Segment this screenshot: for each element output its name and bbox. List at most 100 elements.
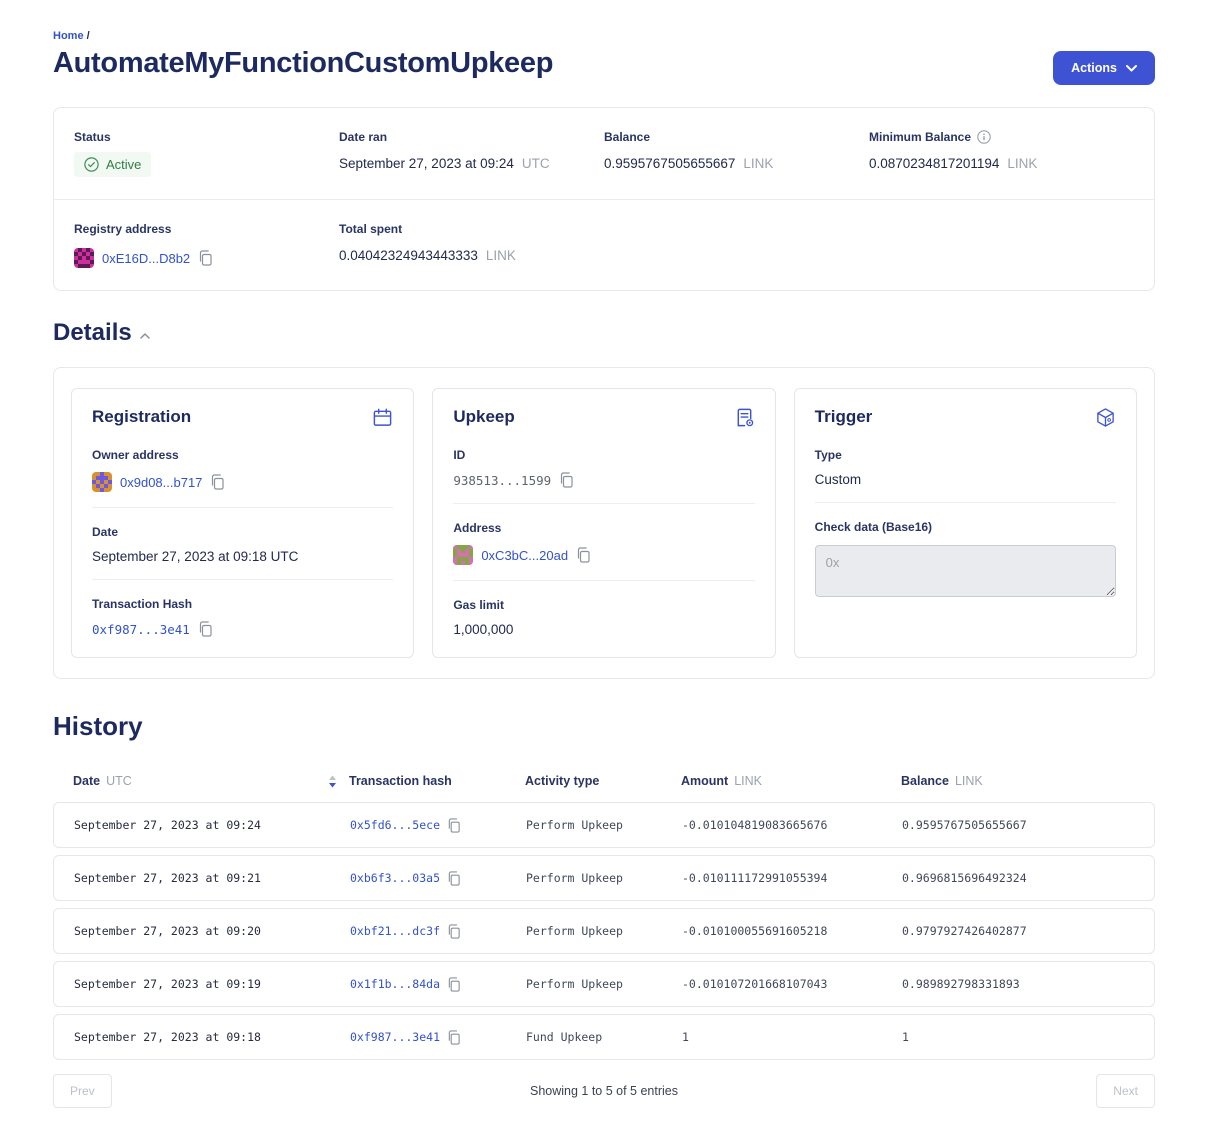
trigger-card-title: Trigger <box>815 407 873 427</box>
upkeep-id-value: 938513...1599 <box>453 473 551 488</box>
row-date: September 27, 2023 at 09:24 <box>74 818 350 832</box>
breadcrumb-separator: / <box>87 30 90 42</box>
info-icon[interactable] <box>977 130 991 144</box>
date-ran-label: Date ran <box>339 130 387 144</box>
row-balance: 0.989892798331893 <box>902 977 1134 991</box>
amount-column-unit: LINK <box>734 774 762 788</box>
copy-icon[interactable] <box>447 1030 461 1045</box>
row-activity: Perform Upkeep <box>526 977 682 991</box>
trigger-card: Trigger Type Custom Check data (Base16) <box>794 388 1137 658</box>
status-badge: Active <box>74 152 151 177</box>
table-row: September 27, 2023 at 09:18 0xf987...3e4… <box>53 1014 1155 1060</box>
date-column-timezone: UTC <box>106 774 132 788</box>
row-tx-link[interactable]: 0x1f1b...84da <box>350 977 440 991</box>
owner-identicon <box>92 472 112 492</box>
row-balance: 0.9797927426402877 <box>902 924 1134 938</box>
breadcrumb: Home/ <box>53 30 1155 42</box>
copy-icon[interactable] <box>447 871 461 886</box>
next-button[interactable]: Next <box>1096 1074 1155 1108</box>
copy-icon[interactable] <box>576 547 591 563</box>
chevron-down-icon <box>1126 65 1137 72</box>
upkeep-id-field: ID 938513...1599 <box>453 444 754 488</box>
copy-icon[interactable] <box>447 977 461 992</box>
transaction-hash-link[interactable]: 0xf987...3e41 <box>92 622 190 637</box>
column-header-amount[interactable]: Amount LINK <box>681 774 901 788</box>
balance-column-label: Balance <box>901 774 949 788</box>
upkeep-address-field: Address 0xC3bC...20ad <box>453 517 754 565</box>
copy-icon[interactable] <box>198 621 213 637</box>
check-data-input[interactable] <box>815 545 1116 597</box>
row-activity: Perform Upkeep <box>526 818 682 832</box>
row-activity: Perform Upkeep <box>526 871 682 885</box>
registration-card-title: Registration <box>92 407 191 427</box>
sort-icon[interactable] <box>328 775 337 788</box>
chevron-up-icon[interactable] <box>140 333 150 339</box>
document-gear-icon <box>734 407 755 428</box>
copy-icon[interactable] <box>559 472 574 488</box>
total-spent-value: 0.04042324943443333 <box>339 248 478 263</box>
total-spent-label: Total spent <box>339 222 402 236</box>
cube-icon <box>1095 407 1116 428</box>
trigger-type-value: Custom <box>815 472 862 487</box>
registry-address-label: Registry address <box>74 222 171 236</box>
check-data-label: Check data (Base16) <box>815 520 932 534</box>
status-badge-text: Active <box>106 157 141 172</box>
upkeep-detail-page: Home/ AutomateMyFunctionCustomUpkeep Act… <box>0 0 1208 1128</box>
row-balance: 1 <box>902 1030 1134 1044</box>
row-amount: 1 <box>682 1030 902 1044</box>
amount-column-label: Amount <box>681 774 728 788</box>
column-header-tx[interactable]: Transaction hash <box>349 774 525 788</box>
breadcrumb-home-link[interactable]: Home <box>53 30 84 42</box>
balance-field: Balance 0.9595767505655667 LINK <box>604 128 869 177</box>
status-label: Status <box>74 130 111 144</box>
prev-button[interactable]: Prev <box>53 1074 112 1108</box>
row-tx-link[interactable]: 0xb6f3...03a5 <box>350 871 440 885</box>
copy-icon[interactable] <box>447 818 461 833</box>
summary-row-2: Registry address 0xE16D...D8b2 Total spe… <box>54 199 1154 290</box>
upkeep-id-label: ID <box>453 448 465 462</box>
owner-address-link[interactable]: 0x9d08...b717 <box>120 475 202 490</box>
upkeep-card: Upkeep ID 938513...1599 Address <box>432 388 775 658</box>
registry-address-link[interactable]: 0xE16D...D8b2 <box>102 251 190 266</box>
row-tx-link[interactable]: 0xf987...3e41 <box>350 1030 440 1044</box>
date-ran-value: September 27, 2023 at 09:24 <box>339 156 514 171</box>
registry-address-field: Registry address 0xE16D...D8b2 <box>74 220 339 268</box>
owner-address-label: Owner address <box>92 448 179 462</box>
row-date: September 27, 2023 at 09:18 <box>74 1030 350 1044</box>
check-data-field: Check data (Base16) <box>815 516 1116 602</box>
registration-date-value: September 27, 2023 at 09:18 UTC <box>92 549 298 564</box>
copy-icon[interactable] <box>210 474 225 490</box>
pagination: Prev Showing 1 to 5 of 5 entries Next <box>53 1074 1155 1108</box>
row-amount: -0.010104819083665676 <box>682 818 902 832</box>
row-amount: -0.010111172991055394 <box>682 871 902 885</box>
balance-unit: LINK <box>743 156 773 171</box>
row-tx-link[interactable]: 0xbf21...dc3f <box>350 924 440 938</box>
activity-column-label: Activity type <box>525 774 599 788</box>
row-date: September 27, 2023 at 09:21 <box>74 871 350 885</box>
details-section: Registration Owner address 0x9d08...b717 <box>53 367 1155 679</box>
row-tx-link[interactable]: 0x5fd6...5ece <box>350 818 440 832</box>
gas-limit-label: Gas limit <box>453 598 504 612</box>
table-row: September 27, 2023 at 09:20 0xbf21...dc3… <box>53 908 1155 954</box>
gas-limit-value: 1,000,000 <box>453 622 513 637</box>
calendar-icon <box>372 407 393 428</box>
trigger-type-field: Type Custom <box>815 444 1116 487</box>
copy-icon[interactable] <box>447 924 461 939</box>
owner-address-field: Owner address 0x9d08...b717 <box>92 444 393 492</box>
title-row: AutomateMyFunctionCustomUpkeep Actions <box>53 47 1155 85</box>
details-heading: Details <box>53 319 132 347</box>
details-heading-row: Details <box>53 319 1155 347</box>
copy-icon[interactable] <box>198 250 213 266</box>
actions-button[interactable]: Actions <box>1053 51 1155 85</box>
registration-date-field: Date September 27, 2023 at 09:18 UTC <box>92 521 393 564</box>
balance-value: 0.9595767505655667 <box>604 156 735 171</box>
column-header-date[interactable]: Date UTC <box>73 774 349 788</box>
column-header-activity[interactable]: Activity type <box>525 774 681 788</box>
column-header-balance[interactable]: BalanceLINK <box>901 774 1135 788</box>
showing-entries-text: Showing 1 to 5 of 5 entries <box>530 1084 678 1098</box>
date-column-label: Date <box>73 774 100 788</box>
upkeep-address-link[interactable]: 0xC3bC...20ad <box>481 548 568 563</box>
check-circle-icon <box>84 157 99 172</box>
balance-label: Balance <box>604 130 650 144</box>
registration-card: Registration Owner address 0x9d08...b717 <box>71 388 414 658</box>
